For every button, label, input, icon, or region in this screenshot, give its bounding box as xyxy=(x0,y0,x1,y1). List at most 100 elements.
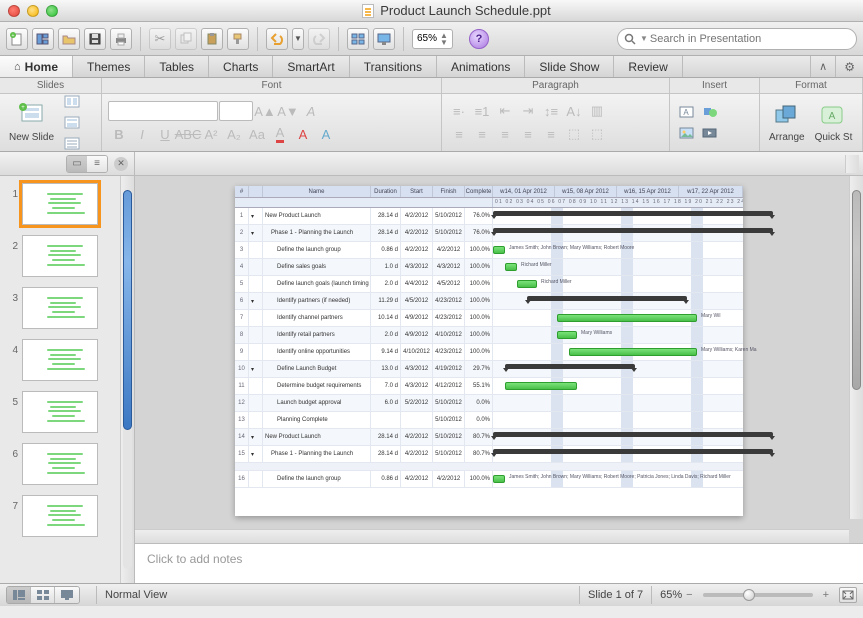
justify-button[interactable]: ≡ xyxy=(517,124,539,144)
canvas-vscrollbar[interactable] xyxy=(849,176,863,519)
minimize-window-button[interactable] xyxy=(27,5,39,17)
search-field[interactable]: ▼ xyxy=(617,28,857,50)
slide-thumbnail-6[interactable]: 6 xyxy=(4,443,112,485)
tab-charts[interactable]: Charts xyxy=(209,56,273,77)
change-case-button[interactable]: Aa xyxy=(246,124,268,144)
panel-view-toggle[interactable]: ▭ ≡ xyxy=(66,155,108,173)
align-dist-button[interactable]: ≡ xyxy=(540,124,562,144)
text-direction-button[interactable]: A↓ xyxy=(563,101,585,121)
tab-tables[interactable]: Tables xyxy=(145,56,209,77)
strike-button[interactable]: ABC xyxy=(177,124,199,144)
picture-button[interactable] xyxy=(676,123,698,143)
thumbnail-view-icon[interactable]: ▭ xyxy=(67,156,87,172)
outline-view-icon[interactable]: ≡ xyxy=(87,156,107,172)
bold-button[interactable]: B xyxy=(108,124,130,144)
slide-thumbnail-2[interactable]: 2 xyxy=(4,235,112,277)
slideshow-view-button[interactable] xyxy=(55,587,79,603)
line-spacing-button[interactable]: ↕≡ xyxy=(540,101,562,121)
normal-view-button[interactable] xyxy=(7,587,31,603)
tab-slideshow[interactable]: Slide Show xyxy=(525,56,614,77)
open-button[interactable] xyxy=(58,28,80,50)
tab-themes[interactable]: Themes xyxy=(73,56,145,77)
tab-transitions[interactable]: Transitions xyxy=(350,56,437,77)
gantt-row: 11Determine budget requirements7.0 d4/3/… xyxy=(235,378,743,395)
slide-sorter-view-button[interactable] xyxy=(347,28,369,50)
highlight-button[interactable]: A xyxy=(292,124,314,144)
save-button[interactable] xyxy=(84,28,106,50)
quick-styles-button[interactable]: A Quick St xyxy=(812,102,856,143)
tab-home[interactable]: ⌂Home xyxy=(0,56,73,77)
new-slide-button[interactable]: + New Slide xyxy=(6,102,57,143)
format-painter-button[interactable] xyxy=(227,28,249,50)
subscript-button[interactable]: A₂ xyxy=(223,124,245,144)
bullets-button[interactable]: ≡· xyxy=(448,101,470,121)
decrease-indent-button[interactable]: ⇤ xyxy=(494,101,516,121)
collapse-ribbon-button[interactable]: ∧ xyxy=(810,56,835,77)
text-effects-button[interactable]: A xyxy=(315,124,337,144)
zoom-knob[interactable] xyxy=(743,589,755,601)
smartart-convert-button[interactable]: ⬚ xyxy=(563,124,585,144)
slide-thumbnail-5[interactable]: 5 xyxy=(4,391,112,433)
redo-button[interactable] xyxy=(308,28,330,50)
align-center-button[interactable]: ≡ xyxy=(471,124,493,144)
section-button[interactable] xyxy=(61,134,83,154)
canvas-hscrollbar[interactable] xyxy=(135,529,849,543)
new-file-button[interactable]: + xyxy=(6,28,28,50)
textbox-button[interactable]: A xyxy=(676,102,698,122)
slide-viewport[interactable]: # Name Duration Start Finish Complete w1… xyxy=(135,176,863,543)
undo-button[interactable] xyxy=(266,28,288,50)
italic-button[interactable]: I xyxy=(131,124,153,144)
shapes-button[interactable] xyxy=(699,102,721,122)
zoom-in-button[interactable]: + xyxy=(823,589,829,601)
shrink-font-button[interactable]: A▼ xyxy=(277,101,299,121)
copy-button[interactable] xyxy=(175,28,197,50)
sorter-view-button[interactable] xyxy=(31,587,55,603)
notes-pane[interactable]: Click to add notes xyxy=(135,543,863,583)
search-input[interactable] xyxy=(650,33,852,45)
zoom-slider[interactable] xyxy=(703,593,813,597)
zoom-window-button[interactable] xyxy=(46,5,58,17)
help-button[interactable]: ? xyxy=(469,29,489,49)
fit-to-window-button[interactable] xyxy=(839,587,857,603)
close-window-button[interactable] xyxy=(8,5,20,17)
tab-smartart[interactable]: SmartArt xyxy=(273,56,349,77)
media-button[interactable] xyxy=(699,123,721,143)
superscript-button[interactable]: A² xyxy=(200,124,222,144)
font-size-combo[interactable] xyxy=(219,101,253,121)
increase-indent-button[interactable]: ⇥ xyxy=(517,101,539,121)
gallery-button[interactable] xyxy=(32,28,54,50)
arrange-button[interactable]: Arrange xyxy=(766,102,808,143)
slide-thumbnail-3[interactable]: 3 xyxy=(4,287,112,329)
paste-button[interactable] xyxy=(201,28,223,50)
layout-button[interactable] xyxy=(61,92,83,112)
slide-thumbnail-4[interactable]: 4 xyxy=(4,339,112,381)
ribbon-settings-icon[interactable]: ⚙ xyxy=(835,56,863,77)
undo-dropdown[interactable]: ▼ xyxy=(292,28,304,50)
cut-button[interactable]: ✂ xyxy=(149,28,171,50)
align-right-button[interactable]: ≡ xyxy=(494,124,516,144)
scrollbar-thumb[interactable] xyxy=(123,190,132,430)
panel-scrollbar[interactable] xyxy=(120,176,134,583)
tab-review[interactable]: Review xyxy=(614,56,682,77)
grow-font-button[interactable]: A▲ xyxy=(254,101,276,121)
close-panel-button[interactable]: ✕ xyxy=(114,157,128,171)
tab-animations[interactable]: Animations xyxy=(437,56,525,77)
slide-show-view-button[interactable] xyxy=(373,28,395,50)
canvas-scroll-up[interactable] xyxy=(845,155,859,173)
font-family-combo[interactable] xyxy=(108,101,218,121)
reset-button[interactable] xyxy=(61,113,83,133)
zoom-combo[interactable]: 65% ▲▼ xyxy=(412,29,453,49)
align-left-button[interactable]: ≡ xyxy=(448,124,470,144)
canvas-vscroll-thumb[interactable] xyxy=(852,190,861,390)
clear-format-button[interactable]: A xyxy=(300,101,322,121)
slide-thumbnail-1[interactable]: 1 xyxy=(4,183,112,225)
print-button[interactable] xyxy=(110,28,132,50)
search-dropdown-icon[interactable]: ▼ xyxy=(640,34,648,43)
underline-button[interactable]: U xyxy=(154,124,176,144)
numbering-button[interactable]: ≡1 xyxy=(471,101,493,121)
align-text-button[interactable]: ⬚ xyxy=(586,124,608,144)
slide-thumbnail-7[interactable]: 7 xyxy=(4,495,112,537)
font-color-button[interactable]: A xyxy=(269,124,291,144)
zoom-out-button[interactable]: − xyxy=(686,589,692,601)
columns-button[interactable]: ▥ xyxy=(586,101,608,121)
